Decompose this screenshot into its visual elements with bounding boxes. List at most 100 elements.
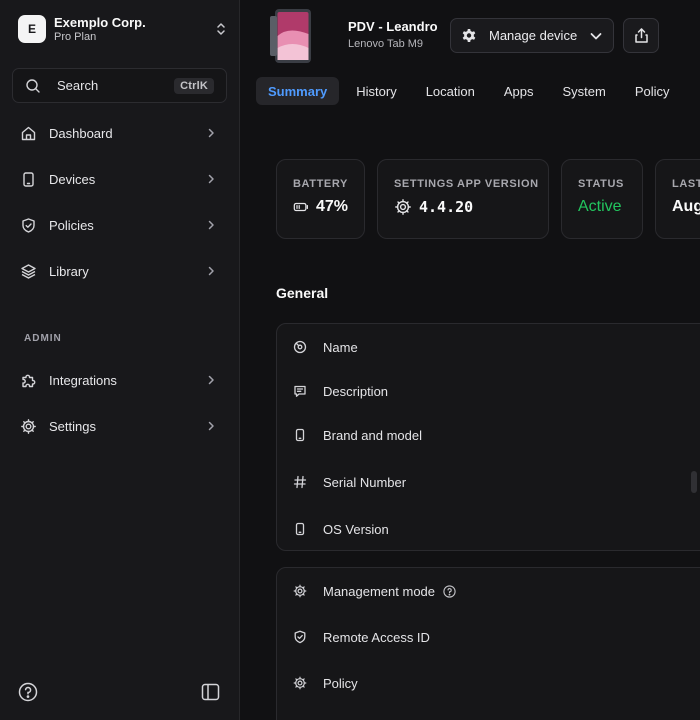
- search-label: Search: [57, 78, 99, 93]
- detail-row-remote-access-id: Remote Access ID: [277, 625, 700, 649]
- tab-apps[interactable]: Apps: [492, 77, 546, 105]
- phone-icon: [295, 522, 305, 536]
- sidebar-item-label: Integrations: [49, 372, 117, 388]
- general-card: Name Description Brand and model Serial …: [276, 323, 700, 551]
- copy-button[interactable]: [691, 471, 697, 493]
- search-icon: [26, 78, 40, 93]
- tab-policy[interactable]: Policy: [623, 77, 682, 105]
- sidebar-item-label: Policies: [49, 217, 94, 233]
- sidebar-item-settings[interactable]: Settings: [12, 408, 227, 444]
- sidebar-item-label: Dashboard: [49, 125, 113, 141]
- org-avatar: E: [18, 15, 46, 43]
- sidebar-item-label: Devices: [49, 171, 96, 187]
- org-name: Exemplo Corp.: [54, 14, 146, 30]
- management-card: Management mode Remote Access ID Policy: [276, 567, 700, 720]
- stat-label: SETTINGS APP VERSION: [394, 178, 539, 190]
- detail-row-description: Description: [277, 379, 700, 403]
- stat-label: BATTERY: [293, 178, 348, 190]
- gear-icon: [293, 584, 307, 598]
- main-nav: Dashboard Devices Policies Library: [12, 115, 227, 289]
- chevron-right-icon: [208, 128, 214, 138]
- detail-row-brand-and-model: Brand and model: [277, 423, 700, 447]
- org-text: Exemplo Corp. Pro Plan: [54, 15, 214, 44]
- chevron-right-icon: [208, 421, 214, 431]
- help-icon[interactable]: [443, 584, 456, 598]
- sidebar-item-label: Library: [49, 263, 89, 279]
- detail-row-os-version: OS Version: [277, 517, 700, 541]
- sidebar: E Exemplo Corp. Pro Plan Search CtrlK Da…: [0, 0, 240, 720]
- puzzle-icon: [22, 374, 36, 387]
- detail-row-label: Name: [323, 339, 358, 355]
- gear-icon: [462, 28, 476, 42]
- settings-app-version-value: 4.4.20: [419, 198, 474, 216]
- detail-row-label: Description: [323, 383, 389, 399]
- status-value: Active: [578, 198, 622, 215]
- stat-label: LAST: [672, 178, 700, 190]
- detail-row-label: Policy: [323, 675, 358, 691]
- manage-device-button[interactable]: Manage device: [450, 18, 614, 53]
- device-name: PDV - Leandro: [348, 19, 438, 34]
- sidebar-item-label: Settings: [49, 418, 96, 434]
- shield-icon: [22, 217, 35, 233]
- sidebar-item-library[interactable]: Library: [12, 253, 227, 289]
- chevrons-up-down-icon: [217, 23, 225, 35]
- detail-row-label: OS Version: [323, 521, 389, 537]
- sidebar-item-devices[interactable]: Devices: [12, 161, 227, 197]
- sidebar-item-policies[interactable]: Policies: [12, 207, 227, 243]
- detail-row-label: Brand and model: [323, 427, 423, 443]
- general-section-title: General: [276, 285, 329, 301]
- home-icon: [21, 126, 36, 140]
- shield-check-icon: [294, 630, 306, 644]
- tab-location[interactable]: Location: [414, 77, 487, 105]
- stat-card-last: LAST Aug: [655, 159, 700, 239]
- sidebar-item-integrations[interactable]: Integrations: [12, 362, 227, 398]
- main-content: PDV - Leandro Lenovo Tab M9 Manage devic…: [240, 0, 700, 720]
- chevron-right-icon: [208, 220, 214, 230]
- detail-row-policy: Policy: [277, 671, 700, 695]
- comment-icon: [294, 385, 306, 397]
- sidebar-item-dashboard[interactable]: Dashboard: [12, 115, 227, 151]
- device-model: Lenovo Tab M9: [348, 38, 424, 50]
- search-box[interactable]: Search CtrlK: [12, 68, 227, 103]
- tab-history[interactable]: History: [344, 77, 408, 105]
- tab-system[interactable]: System: [551, 77, 618, 105]
- stat-card-settings-app-version: SETTINGS APP VERSION 4.4.20: [377, 159, 549, 239]
- tab-summary[interactable]: Summary: [256, 77, 340, 105]
- hash-icon: [293, 475, 307, 489]
- phone-icon: [295, 428, 305, 442]
- admin-nav: Integrations Settings: [12, 362, 227, 444]
- stat-label: STATUS: [578, 178, 624, 190]
- device-thumbnail: [270, 9, 311, 63]
- detail-row-name: Name: [277, 335, 700, 359]
- chevron-right-icon: [208, 375, 214, 385]
- app-window: E Exemplo Corp. Pro Plan Search CtrlK Da…: [0, 0, 700, 720]
- help-icon[interactable]: [18, 682, 38, 702]
- share-icon: [634, 28, 648, 43]
- stat-card-battery: BATTERY 47%: [276, 159, 365, 239]
- detail-row-serial-number: Serial Number: [277, 470, 700, 494]
- chevron-right-icon: [208, 174, 214, 184]
- gear-icon: [21, 418, 36, 434]
- detail-row-management-mode: Management mode: [277, 579, 700, 603]
- stat-value-row: 4.4.20: [394, 198, 532, 216]
- org-plan: Pro Plan: [54, 30, 97, 43]
- battery-value: 47%: [315, 198, 348, 215]
- stat-card-status: STATUS Active: [561, 159, 643, 239]
- chevron-right-icon: [208, 266, 214, 276]
- device-tabs: Summary History Location Apps System Pol…: [256, 77, 687, 105]
- chevron-down-icon: [590, 32, 602, 39]
- layers-icon: [21, 263, 36, 279]
- detail-row-label: Management mode: [323, 583, 436, 599]
- tag-icon: [293, 340, 307, 354]
- last-value: Aug: [672, 198, 700, 215]
- detail-row-label: Remote Access ID: [323, 629, 430, 645]
- battery-icon: [293, 202, 308, 212]
- toggle-sidebar-icon[interactable]: [201, 683, 220, 701]
- org-switcher[interactable]: E Exemplo Corp. Pro Plan: [18, 13, 228, 45]
- gear-icon: [395, 199, 411, 215]
- search-shortcut-badge: CtrlK: [174, 77, 214, 94]
- stats-row: BATTERY 47% SETTINGS APP VERSION 4.4.20: [276, 159, 700, 239]
- detail-row-label: Serial Number: [323, 474, 407, 490]
- manage-device-label: Manage device: [489, 28, 578, 43]
- share-button[interactable]: [623, 18, 659, 53]
